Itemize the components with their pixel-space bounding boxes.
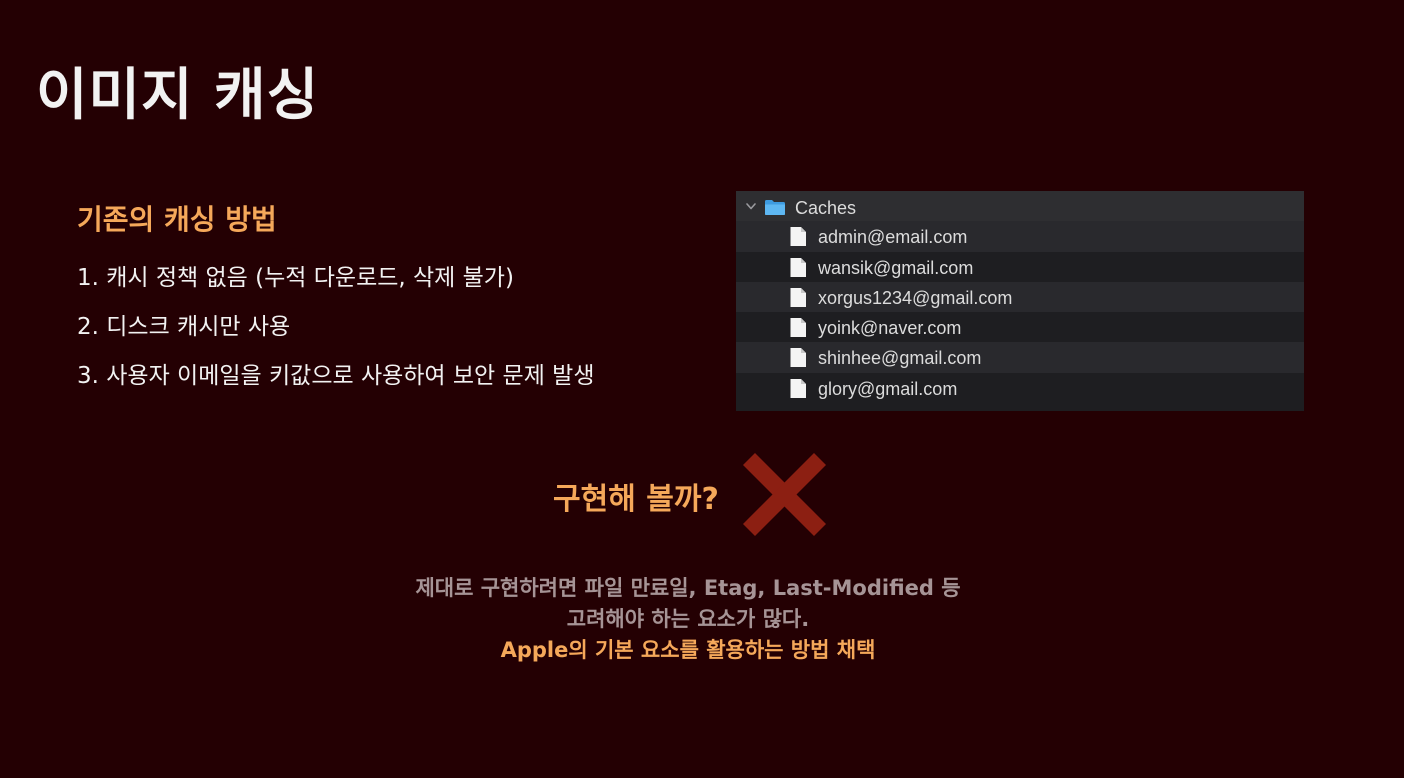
file-row[interactable]: glory@gmail.com: [736, 373, 1304, 403]
file-icon: [790, 257, 806, 277]
file-icon: [790, 378, 806, 398]
file-icon: [790, 287, 806, 307]
conclusion-line: 고려해야 하는 요소가 많다.: [566, 607, 810, 631]
file-label: admin@email.com: [818, 227, 968, 248]
point-list: 1. 캐시 정책 없음 (누적 다운로드, 삭제 불가) 2. 디스크 캐시만 …: [77, 266, 594, 413]
slide-title: 이미지 캐싱: [36, 63, 320, 128]
file-label: shinhee@gmail.com: [818, 348, 982, 369]
file-icon: [790, 227, 806, 247]
file-icon: [790, 318, 806, 338]
section-heading: 기존의 캐싱 방법: [77, 203, 277, 236]
folder-icon: [765, 200, 785, 215]
folder-row-caches[interactable]: Caches: [736, 191, 1304, 222]
question-text: 구현해 볼까?: [553, 482, 719, 517]
folder-label: Caches: [795, 198, 857, 218]
chevron-down-icon[interactable]: [745, 200, 757, 212]
cross-icon: [742, 452, 827, 537]
file-label: glory@gmail.com: [818, 378, 958, 399]
file-row[interactable]: shinhee@gmail.com: [736, 342, 1304, 373]
file-row[interactable]: admin@email.com: [736, 221, 1304, 252]
conclusion-highlight: Apple의 기본 요소를 활용하는 방법 채택: [500, 638, 876, 662]
file-label: wansik@gmail.com: [818, 257, 974, 278]
point-item: 3. 사용자 이메일을 키값으로 사용하여 보안 문제 발생: [77, 363, 595, 389]
point-item: 1. 캐시 정책 없음 (누적 다운로드, 삭제 불가): [77, 265, 514, 291]
file-label: yoink@naver.com: [818, 318, 962, 339]
file-label: xorgus1234@gmail.com: [818, 287, 1013, 308]
point-item: 2. 디스크 캐시만 사용: [77, 314, 291, 340]
file-row[interactable]: xorgus1234@gmail.com: [736, 281, 1304, 313]
file-row[interactable]: wansik@gmail.com: [736, 252, 1304, 282]
file-icon: [790, 348, 806, 368]
file-row[interactable]: yoink@naver.com: [736, 312, 1304, 342]
finder-file-list: Caches admin@email.com wansik@gmail.com …: [736, 191, 1304, 411]
conclusion-line: 제대로 구현하려면 파일 만료일, Etag, Last-Modified 등: [415, 576, 961, 600]
